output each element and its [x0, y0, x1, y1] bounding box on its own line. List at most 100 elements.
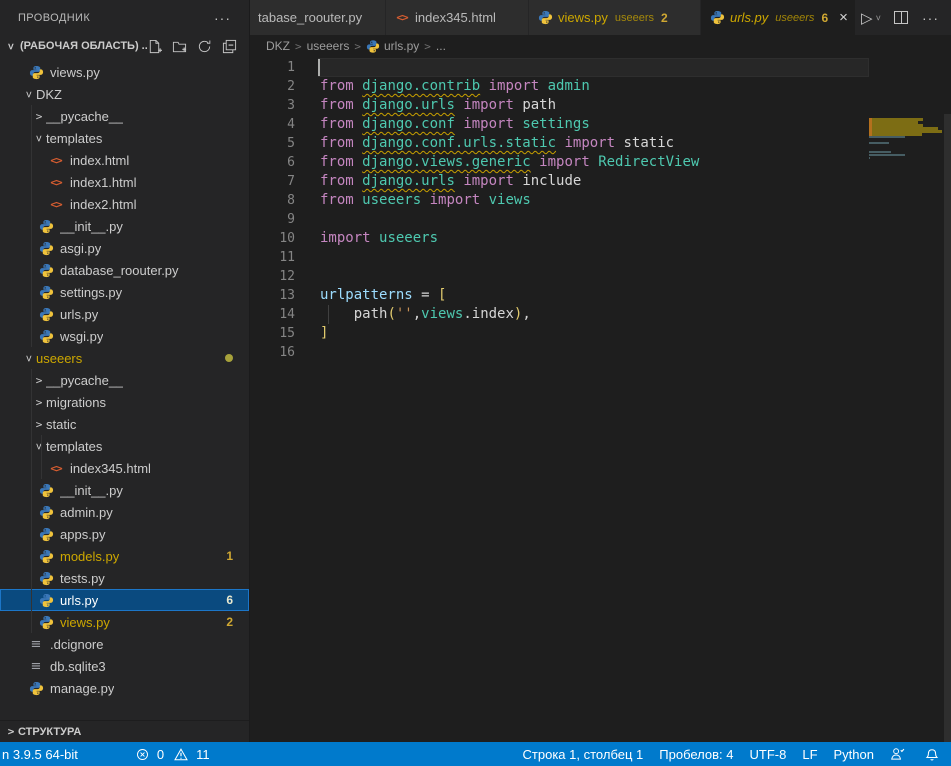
tree-item-label: db.sqlite3 — [50, 659, 106, 674]
tree-item-label: models.py — [60, 549, 119, 564]
tree-item-migrations[interactable]: >migrations — [0, 391, 249, 413]
scrollbar[interactable] — [944, 114, 951, 742]
tree-item-index-html[interactable]: <>index.html — [0, 149, 249, 171]
encoding-status[interactable]: UTF-8 — [742, 742, 795, 766]
tree-item-views-py[interactable]: views.py2 — [0, 611, 249, 633]
tab-index345-html[interactable]: <>index345.html — [386, 0, 529, 35]
collapse-all-icon[interactable] — [222, 39, 237, 54]
tab-urls-py[interactable]: urls.pyuseeers6× — [701, 0, 856, 35]
code-line-11[interactable] — [303, 248, 869, 267]
problems-status[interactable]: 0 11 — [128, 742, 218, 766]
tree-item-label: wsgi.py — [60, 329, 103, 344]
tree-item--dcignore[interactable]: ≡.dcignore — [0, 633, 249, 655]
tab-label: index345.html — [415, 10, 496, 25]
code-line-2[interactable]: from django.contrib import admin — [303, 77, 869, 96]
tree-item-settings-py[interactable]: settings.py — [0, 281, 249, 303]
tree-item-index1-html[interactable]: <>index1.html — [0, 171, 249, 193]
line-number: 11 — [250, 248, 303, 267]
code-line-9[interactable] — [303, 210, 869, 229]
tree-item-index345-html[interactable]: <>index345.html — [0, 457, 249, 479]
breadcrumb-item[interactable]: ... — [436, 39, 446, 53]
explorer-header: ПРОВОДНИК ··· — [0, 0, 249, 35]
tree-item-models-py[interactable]: models.py1 — [0, 545, 249, 567]
code-line-7[interactable]: from django.urls import include — [303, 172, 869, 191]
tab-tabase-roouter-py[interactable]: tabase_roouter.py — [250, 0, 386, 35]
code-line-14[interactable]: path('',views.index), — [303, 305, 869, 324]
code-line-1[interactable] — [303, 58, 869, 77]
language-mode-status[interactable]: Python — [826, 742, 882, 766]
new-folder-icon[interactable] — [172, 39, 187, 54]
breadcrumb-item[interactable]: DKZ — [266, 39, 290, 53]
tree-item-manage-py[interactable]: manage.py — [0, 677, 249, 699]
html-icon: <> — [48, 196, 64, 212]
indent-guide — [41, 435, 42, 479]
code-line-8[interactable]: from useeers import views — [303, 191, 869, 210]
refresh-icon[interactable] — [197, 39, 212, 54]
tree-item-tests-py[interactable]: tests.py — [0, 567, 249, 589]
eol-status[interactable]: LF — [794, 742, 825, 766]
problems-badge: 6 — [226, 593, 233, 607]
breadcrumb-item[interactable]: urls.py — [366, 39, 419, 53]
tree-item-label: __pycache__ — [46, 373, 123, 388]
tree-item--init-py[interactable]: __init__.py — [0, 479, 249, 501]
breadcrumb-item[interactable]: useeers — [307, 39, 350, 53]
tree-item-index2-html[interactable]: <>index2.html — [0, 193, 249, 215]
editor-more-actions[interactable]: ··· — [922, 10, 939, 26]
split-editor-button[interactable] — [894, 11, 908, 24]
python-icon — [38, 306, 54, 322]
tree-item-views-py[interactable]: views.py — [0, 61, 249, 83]
tree-item-static[interactable]: >static — [0, 413, 249, 435]
explorer-more-icon[interactable]: ··· — [208, 10, 237, 26]
warning-icon — [174, 748, 188, 761]
python-icon — [38, 548, 54, 564]
tree-item-urls-py[interactable]: urls.py — [0, 303, 249, 325]
code-line-12[interactable] — [303, 267, 869, 286]
minimap[interactable] — [869, 114, 943, 742]
tree-item-urls-py[interactable]: urls.py6 — [0, 589, 249, 611]
tree-item--init-py[interactable]: __init__.py — [0, 215, 249, 237]
python-icon — [38, 218, 54, 234]
line-number: 3 — [250, 96, 303, 115]
code-content[interactable]: from django.contrib import adminfrom dja… — [303, 58, 869, 362]
tree-item-label: apps.py — [60, 527, 106, 542]
tree-item--pycache-[interactable]: >__pycache__ — [0, 369, 249, 391]
tree-item-apps-py[interactable]: apps.py — [0, 523, 249, 545]
code-line-15[interactable]: ] — [303, 324, 869, 343]
tab-views-py[interactable]: views.pyuseeers2 — [529, 0, 701, 35]
tree-item-label: templates — [46, 131, 102, 146]
code-line-3[interactable]: from django.urls import path — [303, 96, 869, 115]
code-line-10[interactable]: import useeers — [303, 229, 869, 248]
new-file-icon[interactable] — [147, 39, 162, 54]
close-icon[interactable]: × — [836, 9, 851, 26]
python-version-status[interactable]: n 3.9.5 64-bit — [0, 742, 86, 766]
problems-badge: 2 — [226, 615, 233, 629]
tree-item-database-roouter-py[interactable]: database_roouter.py — [0, 259, 249, 281]
outline-section-header[interactable]: > СТРУКТУРА — [0, 720, 249, 742]
feedback-icon[interactable] — [882, 742, 917, 766]
code-line-5[interactable]: from django.conf.urls.static import stat… — [303, 134, 869, 153]
notifications-bell-icon[interactable] — [917, 742, 951, 766]
code-line-13[interactable]: urlpatterns = [ — [303, 286, 869, 305]
run-button[interactable]: ▷> — [861, 9, 880, 27]
tree-item-asgi-py[interactable]: asgi.py — [0, 237, 249, 259]
code-line-6[interactable]: from django.views.generic import Redirec… — [303, 153, 869, 172]
workspace-section-header[interactable]: > (РАБОЧАЯ ОБЛАСТЬ) ... — [0, 35, 249, 57]
python-icon — [38, 592, 54, 608]
modified-dot-badge — [225, 354, 233, 362]
tree-item-admin-py[interactable]: admin.py — [0, 501, 249, 523]
minimap-line — [869, 136, 905, 138]
python-icon — [38, 328, 54, 344]
code-line-4[interactable]: from django.conf import settings — [303, 115, 869, 134]
code-line-16[interactable] — [303, 343, 869, 362]
tree-item-dkz[interactable]: >DKZ — [0, 83, 249, 105]
tree-item-wsgi-py[interactable]: wsgi.py — [0, 325, 249, 347]
tree-item-templates[interactable]: >templates — [0, 435, 249, 457]
code-editor[interactable]: 12345678910111213141516 from django.cont… — [250, 57, 951, 742]
indentation-status[interactable]: Пробелов: 4 — [651, 742, 741, 766]
tree-item-db-sqlite3[interactable]: ≡db.sqlite3 — [0, 655, 249, 677]
tree-item-templates[interactable]: >templates — [0, 127, 249, 149]
cursor-position-status[interactable]: Строка 1, столбец 1 — [515, 742, 652, 766]
tree-item--pycache-[interactable]: >__pycache__ — [0, 105, 249, 127]
tree-item-useeers[interactable]: >useeers — [0, 347, 249, 369]
breadcrumb-label: useeers — [307, 39, 350, 53]
